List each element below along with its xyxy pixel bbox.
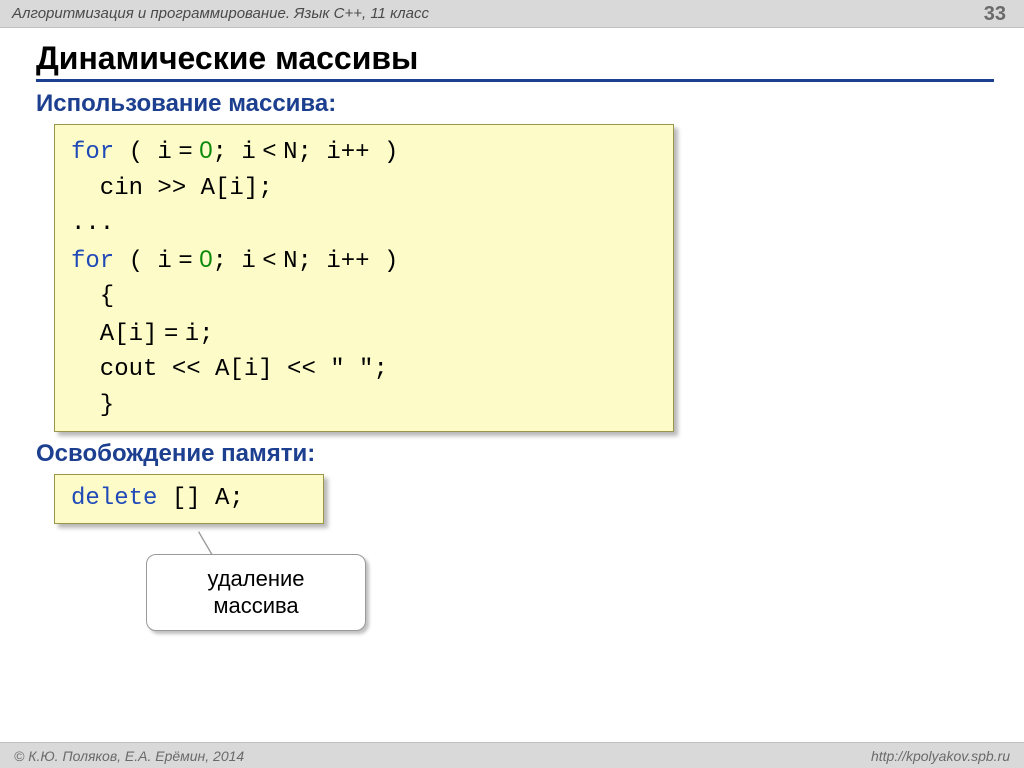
code-text: = <box>172 246 199 273</box>
code-text: = <box>172 137 199 164</box>
callout-bubble: удаление массива <box>146 554 366 631</box>
code-text: = <box>157 319 184 346</box>
code-block-usage: for ( i = 0; i < N; i++ ) cin >> A[i]; .… <box>54 124 674 432</box>
footer-url: http://kpolyakov.spb.ru <box>871 748 1010 764</box>
callout-line-1: удаление <box>207 566 304 591</box>
code-text: ( i <box>114 139 172 166</box>
code-text: ... <box>71 210 114 237</box>
code-text: ; i <box>213 139 256 166</box>
number-literal: 0 <box>199 246 212 273</box>
keyword-delete: delete <box>71 485 157 512</box>
footer-bar: © К.Ю. Поляков, Е.А. Ерёмин, 2014 http:/… <box>0 742 1024 768</box>
breadcrumb: Алгоритмизация и программирование. Язык … <box>12 5 429 22</box>
callout-tail <box>184 532 212 556</box>
code-text: cout << A[i] << " "; <box>71 356 388 383</box>
code-text: < <box>256 246 283 273</box>
page-title: Динамические массивы <box>36 40 994 82</box>
copyright: © К.Ю. Поляков, Е.А. Ерёмин, 2014 <box>14 748 244 764</box>
code-text: i; <box>185 321 214 348</box>
code-text: { <box>71 283 114 310</box>
number-literal: 0 <box>199 137 212 164</box>
callout-line-2: массива <box>213 593 298 618</box>
code-text: cin >> A[i]; <box>71 175 273 202</box>
callout: удаление массива <box>146 554 366 631</box>
section-usage-heading: Использование массива: <box>36 90 994 118</box>
keyword-for: for <box>71 139 114 166</box>
code-text: N; i++ ) <box>283 248 398 275</box>
code-text: A[i] <box>71 321 157 348</box>
code-text: < <box>256 137 283 164</box>
keyword-for: for <box>71 248 114 275</box>
header-bar: Алгоритмизация и программирование. Язык … <box>0 0 1024 28</box>
code-text: } <box>71 392 114 419</box>
page-number: 33 <box>984 3 1006 26</box>
slide-content: Динамические массивы Использование масси… <box>0 28 1024 631</box>
code-text: N; i++ ) <box>283 139 398 166</box>
code-text: [] A; <box>157 485 243 512</box>
code-text: ( i <box>114 248 172 275</box>
section-free-heading: Освобождение памяти: <box>36 440 994 468</box>
code-block-delete: delete [] A; <box>54 474 324 524</box>
code-text: ; i <box>213 248 256 275</box>
